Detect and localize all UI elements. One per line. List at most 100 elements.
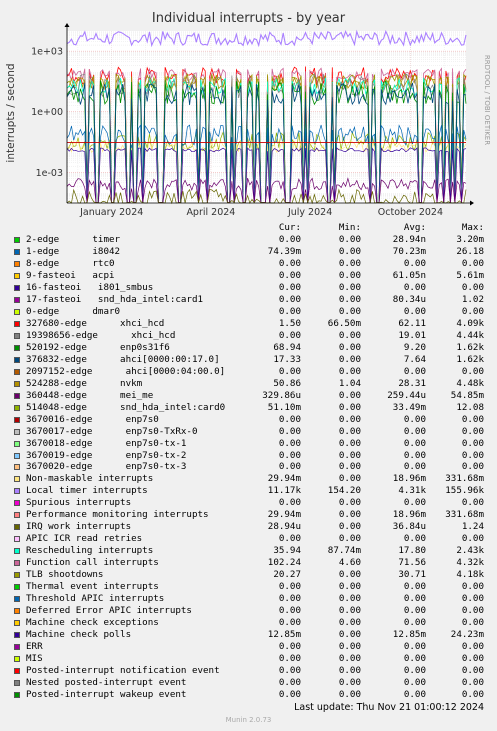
legend-row: APIC ICR read retries 0.00 0.00 0.00 0.00 xyxy=(0,533,497,545)
legend-min: 0.00 xyxy=(338,341,361,353)
legend-swatch xyxy=(14,332,20,339)
legend-max: 0.00 xyxy=(461,413,484,425)
legend-cur: 50.86 xyxy=(273,377,301,389)
legend-max: 5.61m xyxy=(456,269,484,281)
legend-row: Function call interrupts 102.24 4.60 71.56 4… xyxy=(0,557,497,569)
legend-min: 4.60 xyxy=(338,557,361,569)
legend-avg: 7.64 xyxy=(403,353,426,365)
legend-name: 0-edge dmar0 xyxy=(26,305,121,317)
legend-min: 0.00 xyxy=(338,676,361,688)
legend-cur: 0.00 xyxy=(278,641,301,652)
legend-min: 0.00 xyxy=(338,497,361,509)
legend-swatch xyxy=(14,691,20,698)
legend-row: Machine check polls 12.85m 0.00 12.85m 24.23… xyxy=(0,629,497,641)
legend-avg: 71.56 xyxy=(398,557,426,569)
legend-swatch xyxy=(14,560,20,567)
legend-min: 0.00 xyxy=(338,365,361,377)
legend-swatch xyxy=(14,392,20,399)
legend-cur: 0.00 xyxy=(278,305,301,317)
legend-cur: 0.00 xyxy=(278,329,301,341)
legend-cur: 0.00 xyxy=(278,605,301,617)
legend-avg: 19.01 xyxy=(398,329,426,341)
legend-name: TLB shootdowns xyxy=(26,569,104,581)
legend-max: 1.24 xyxy=(461,521,484,533)
legend-swatch xyxy=(14,656,20,662)
legend-min: 0.00 xyxy=(338,533,361,545)
legend-row: 2097152-edge ahci[0000:04:00.0] 0.00 0.00 0… xyxy=(0,366,497,378)
legend-name: 376832-edge ahci[0000:00:17.0] xyxy=(26,353,220,365)
legend-max: 0.00 xyxy=(461,617,484,628)
legend-avg: 0.00 xyxy=(403,676,426,688)
legend-min: 0.00 xyxy=(338,281,361,293)
legend-name: 16-fasteoi i801_smbus xyxy=(26,281,154,293)
legend-max: 1.02 xyxy=(461,293,484,305)
legend-swatch xyxy=(14,428,20,435)
y-tick-label: 1e+00 xyxy=(31,107,63,118)
legend-max: 1.62k xyxy=(456,353,484,365)
legend-name: IRQ work interrupts xyxy=(26,521,132,533)
legend-cur: 29.94m xyxy=(267,509,301,521)
legend-name: Machine check polls xyxy=(26,629,132,640)
legend-row: 9-fasteoi acpi 0.00 0.00 61.05n 5.61m xyxy=(0,270,497,282)
legend-max: 24.23m xyxy=(450,629,484,640)
legend-min: 0.00 xyxy=(338,329,361,341)
legend-row: 1-edge i8042 74.39m 0.00 70.23m 26.18 xyxy=(0,246,497,258)
legend-min: 0.00 xyxy=(338,401,361,413)
legend-avg: 12.85m xyxy=(392,629,426,640)
legend-avg: 0.00 xyxy=(403,605,426,617)
legend-swatch xyxy=(14,452,20,459)
legend-max: 54.85m xyxy=(450,389,484,401)
legend-row: 360448-edge mei_me 329.86u 0.00 259.44u 54.8… xyxy=(0,390,497,402)
legend-cur: 0.00 xyxy=(278,593,301,605)
legend-avg: 0.00 xyxy=(403,581,426,593)
legend-name: 3670017-edge enp7s0-TxRx-0 xyxy=(26,425,198,437)
legend-max: 0.00 xyxy=(461,365,484,377)
legend-max: 331.68m xyxy=(445,473,484,485)
x-tick-label: October 2024 xyxy=(378,207,443,218)
legend-swatch xyxy=(14,320,20,327)
legend-name: Deferred Error APIC interrupts xyxy=(26,605,192,617)
legend-header-min: Min: xyxy=(338,222,361,233)
legend-avg: 36.84u xyxy=(392,521,426,533)
legend-min: 0.00 xyxy=(338,473,361,485)
legend-min: 1.04 xyxy=(338,377,361,389)
legend-row: 0-edge dmar0 0.00 0.00 0.00 0.00 xyxy=(0,306,497,318)
legend-swatch xyxy=(14,644,20,650)
legend-max: 0.00 xyxy=(461,497,484,509)
legend-min: 0.00 xyxy=(338,234,361,245)
legend-min: 0.00 xyxy=(338,521,361,533)
legend-avg: 0.00 xyxy=(403,497,426,509)
legend-avg: 0.00 xyxy=(403,617,426,628)
legend-row: Machine check exceptions 0.00 0.00 0.00 0.00 xyxy=(0,617,497,629)
legend-row: 8-edge rtc0 0.00 0.00 0.00 0.00 xyxy=(0,258,497,270)
legend-avg: 0.00 xyxy=(403,305,426,317)
legend-name: 2-edge timer xyxy=(26,234,121,245)
last-update: Last update: Thu Nov 21 01:00:12 2024 xyxy=(294,702,484,713)
legend-row: Rescheduling interrupts 35.94 87.74m 17.80 2… xyxy=(0,545,497,557)
legend-swatch xyxy=(14,608,20,615)
legend-swatch xyxy=(14,237,20,243)
legend-swatch xyxy=(14,249,20,255)
legend-max: 0.00 xyxy=(461,425,484,437)
legend-max: 2.43k xyxy=(456,545,484,557)
legend-row: 524288-edge nvkm 50.86 1.04 28.31 4.48k xyxy=(0,378,497,390)
legend-avg: 0.00 xyxy=(403,641,426,652)
legend-row: 3670020-edge enp7s0-tx-3 0.00 0.00 0.00 0.00 xyxy=(0,461,497,473)
legend-name: 3670016-edge enp7s0 xyxy=(26,413,159,425)
legend-row: ERR 0.00 0.00 0.00 0.00 xyxy=(0,641,497,653)
legend-swatch xyxy=(14,260,20,267)
legend-min: 0.00 xyxy=(338,293,361,305)
legend-cur: 28.94u xyxy=(267,521,301,533)
legend-avg: 0.00 xyxy=(403,437,426,449)
legend-header: Cur: Min: Avg: Max: xyxy=(0,222,497,234)
legend-swatch xyxy=(14,679,20,686)
legend-cur: 17.33 xyxy=(273,353,301,365)
legend-avg: 28.94n xyxy=(392,234,426,245)
legend-row: 2-edge timer 0.00 0.00 28.94n 3.20m xyxy=(0,234,497,246)
legend-swatch xyxy=(14,632,20,638)
legend-max: 155.96k xyxy=(445,485,484,497)
legend-cur: 12.85m xyxy=(267,629,301,640)
legend-min: 0.00 xyxy=(338,389,361,401)
legend-header-max: Max: xyxy=(461,222,484,233)
legend-name: 524288-edge nvkm xyxy=(26,377,143,389)
